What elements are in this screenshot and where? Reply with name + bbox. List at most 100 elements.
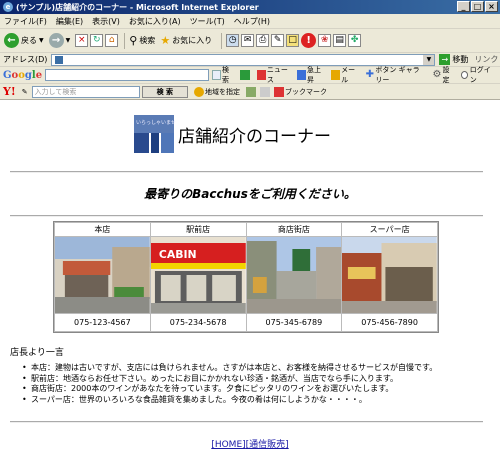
google-search-label: 検索	[222, 66, 230, 84]
list-item: 商店街店：2000本のワインがあなたを待っています。夕食にピッタリのワインをお選…	[22, 384, 437, 395]
divider	[10, 215, 483, 217]
popup-blocker-icon[interactable]: !	[301, 33, 317, 48]
divider	[10, 171, 483, 173]
menu-favorites[interactable]: お気に入り(A)	[129, 16, 181, 27]
login-label: ログイン	[469, 66, 491, 84]
favorites-button[interactable]: ★ お気に入り	[160, 34, 212, 47]
manager-heading: 店長より一言	[10, 348, 64, 358]
store-sign: CABIN	[159, 248, 197, 261]
toolbar-separator	[124, 32, 126, 49]
edit-icon[interactable]: ✎	[271, 34, 285, 47]
google-pagerank-button[interactable]	[240, 70, 251, 80]
list-item: 駅前店：地酒ならお任せ下さい。めったにお目にかかれない珍酒・銘酒が、当店でなら手…	[22, 374, 437, 385]
store-cell: 本店 075-123-4567	[55, 223, 150, 331]
list-item: スーパー店：世界のいろいろな食品雑貨を集めました。今夜の肴は何にしようかな・・・…	[22, 395, 437, 406]
history-icon[interactable]: ◷	[226, 34, 240, 47]
google-toolbar: Google 検索 ニュース 急上昇 メール ✚ ボタン ギャラリー ⚙ 設定 …	[0, 65, 500, 85]
minimize-button[interactable]: _	[457, 1, 470, 12]
mail-label: メール	[341, 66, 356, 84]
home-icon[interactable]: ⌂	[105, 34, 119, 47]
page-title: 店舗紹介のコーナー	[178, 126, 331, 147]
menu-tools[interactable]: ツール(T)	[190, 16, 225, 27]
back-label: 戻る	[21, 36, 37, 45]
back-button[interactable]: ← 戻る ▼	[4, 33, 44, 48]
window-title: (サンプル)店舗紹介のコーナー - Microsoft Internet Exp…	[16, 2, 259, 12]
mail-icon	[331, 70, 341, 80]
pencil-icon[interactable]: ✎	[22, 88, 28, 96]
address-input[interactable]: ▼	[51, 53, 436, 66]
menu-edit[interactable]: 編集(E)	[56, 16, 83, 27]
chevron-down-icon: ▼	[65, 37, 71, 44]
back-arrow-icon: ←	[4, 33, 19, 48]
yahoo-search-button[interactable]: 検 索	[141, 85, 188, 98]
google-login[interactable]: ログイン	[460, 65, 494, 85]
google-trends-button[interactable]: 急上昇	[297, 65, 325, 85]
menu-view[interactable]: 表示(V)	[92, 16, 120, 27]
logo-text: いらっしゃいませ	[136, 120, 176, 126]
address-label: アドレス(D)	[3, 55, 48, 64]
google-search-icon	[212, 70, 222, 80]
maximize-button[interactable]: □	[471, 1, 484, 12]
google-news-button[interactable]: ニュース	[257, 65, 291, 85]
go-button[interactable]: → 移動	[439, 54, 468, 65]
chevron-down-icon: ▼	[39, 37, 44, 44]
forward-button[interactable]: → ▼	[48, 33, 71, 48]
google-settings-button[interactable]: ⚙ 設定	[433, 65, 455, 85]
yahoo-logo[interactable]: Y!	[3, 85, 16, 98]
standard-toolbar: ← 戻る ▼ → ▼ × ↻ ⌂ ⚲ 検索 ★ お気に入り ◷ ✉ ⎙ ✎ □ …	[0, 29, 500, 53]
store-cell: 駅前店 CABIN 075-234-5678	[150, 223, 246, 331]
research-icon[interactable]: ▤	[333, 34, 347, 47]
extension-icon[interactable]: ✤	[348, 34, 362, 47]
page-content: いらっしゃいませ 店舗紹介のコーナー 最寄りのBacchusをご利用ください。 …	[0, 101, 500, 463]
google-logo[interactable]: Google	[3, 70, 42, 81]
store-name: 駅前店	[150, 223, 246, 237]
yahoo-search-input[interactable]: 入力して検索	[31, 85, 140, 98]
highlight-icon	[194, 86, 204, 97]
go-arrow-icon: →	[439, 54, 451, 65]
search-button[interactable]: ⚲ 検索	[129, 34, 155, 47]
close-button[interactable]: ×	[485, 1, 498, 12]
chevron-down-icon[interactable]: ▼	[423, 54, 435, 65]
print-icon[interactable]: ⎙	[256, 34, 270, 47]
footer-nav: [HOME][通信販売]	[0, 437, 500, 450]
trends-label: 急上昇	[306, 66, 321, 84]
links-label[interactable]: リンク	[474, 54, 498, 65]
favorites-label: お気に入り	[172, 36, 213, 45]
shop-logo: いらっしゃいませ	[134, 115, 176, 153]
google-search-input[interactable]	[45, 69, 210, 81]
menu-file[interactable]: ファイル(F)	[4, 16, 47, 27]
mail-order-link[interactable]: [通信販売]	[246, 440, 289, 450]
highlight-label: 地域を指定	[205, 87, 240, 96]
mail-icon[interactable]	[246, 86, 256, 97]
store-photo	[342, 237, 437, 313]
window-titlebar: e (サンプル)店舗紹介のコーナー - Microsoft Internet E…	[0, 0, 500, 14]
ie-logo-icon: e	[3, 2, 13, 12]
google-gallery-button[interactable]: ✚ ボタン ギャラリー	[366, 65, 427, 85]
page-icon	[55, 55, 64, 64]
discuss-icon[interactable]: □	[286, 34, 300, 47]
mail-icon[interactable]: ✉	[241, 34, 255, 47]
search-label: 検索	[139, 36, 156, 45]
home-link[interactable]: [HOME]	[211, 440, 245, 450]
gallery-label: ボタン ギャラリー	[375, 66, 420, 84]
messenger-icon[interactable]: ❀	[318, 34, 332, 47]
store-photo: CABIN	[150, 237, 246, 313]
bookmarks-button[interactable]: ブックマーク	[274, 86, 327, 97]
forward-arrow-icon: →	[48, 33, 64, 48]
refresh-icon[interactable]: ↻	[90, 34, 104, 47]
google-mail-button[interactable]: メール	[331, 65, 359, 85]
store-cell: 商店街店 075-345-6789	[246, 223, 342, 331]
menu-bar: ファイル(F) 編集(E) 表示(V) お気に入り(A) ツール(T) ヘルプ(…	[0, 14, 500, 29]
highlight-button[interactable]: 地域を指定	[194, 86, 240, 97]
store-table: 本店 075-123-4567 駅前店 CABIN 075-234-5678 商…	[53, 221, 439, 333]
tools-icon[interactable]	[260, 86, 270, 97]
stop-icon[interactable]: ×	[75, 34, 89, 47]
google-search-button[interactable]: 検索	[212, 65, 234, 85]
store-name: スーパー店	[342, 223, 437, 237]
go-label: 移動	[452, 55, 469, 64]
login-radio-icon	[460, 71, 468, 79]
menu-help[interactable]: ヘルプ(H)	[234, 16, 270, 27]
store-cell: スーパー店 075-456-7890	[342, 223, 437, 331]
news-icon	[257, 70, 266, 80]
window-controls: _ □ ×	[457, 1, 498, 12]
